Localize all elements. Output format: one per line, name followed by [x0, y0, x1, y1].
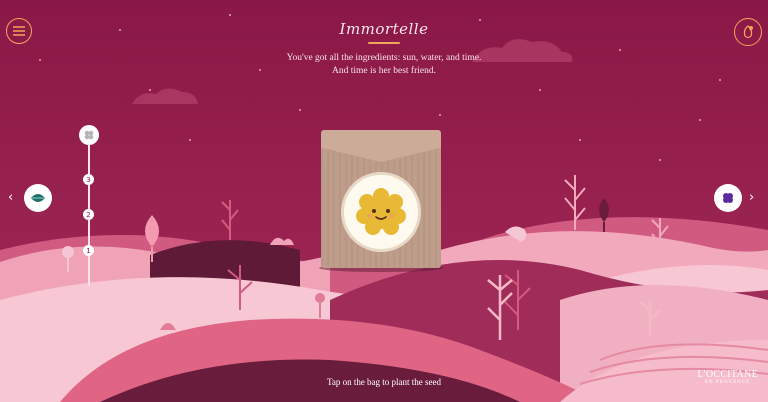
timeline-top-button[interactable] — [79, 125, 99, 145]
brand-tagline: EN PROVENCE — [705, 380, 751, 385]
leaf-icon — [31, 194, 45, 202]
prev-ingredient-button[interactable] — [24, 184, 52, 212]
subtitle-line-1: You've got all the ingredients: sun, wat… — [286, 53, 482, 63]
subtitle-line-2: And time is her best friend. — [332, 66, 436, 76]
brand-name: L'OCCITANE — [697, 369, 758, 380]
brand-logo[interactable]: L'OCCITANE EN PROVENCE — [697, 369, 758, 385]
prev-arrow-icon[interactable]: ‹ — [8, 190, 13, 205]
bag-label — [341, 172, 421, 252]
timeline-step-3[interactable]: 3 — [83, 174, 94, 185]
flower-icon — [84, 130, 94, 140]
subtitle: You've got all the ingredients: sun, wat… — [0, 52, 768, 78]
timeline-step-2[interactable]: 2 — [83, 209, 94, 220]
berry-icon — [723, 193, 733, 203]
timeline-step-1[interactable]: 1 — [83, 245, 94, 256]
next-ingredient-button[interactable] — [714, 184, 742, 212]
plant-seed-instruction: Tap on the bag to plant the seed — [326, 377, 442, 387]
smiling-flower-icon — [356, 188, 406, 235]
seed-bag[interactable] — [319, 130, 443, 272]
page-title: Immortelle — [339, 20, 429, 38]
next-arrow-icon[interactable]: › — [749, 190, 754, 205]
title-underline — [368, 42, 400, 44]
